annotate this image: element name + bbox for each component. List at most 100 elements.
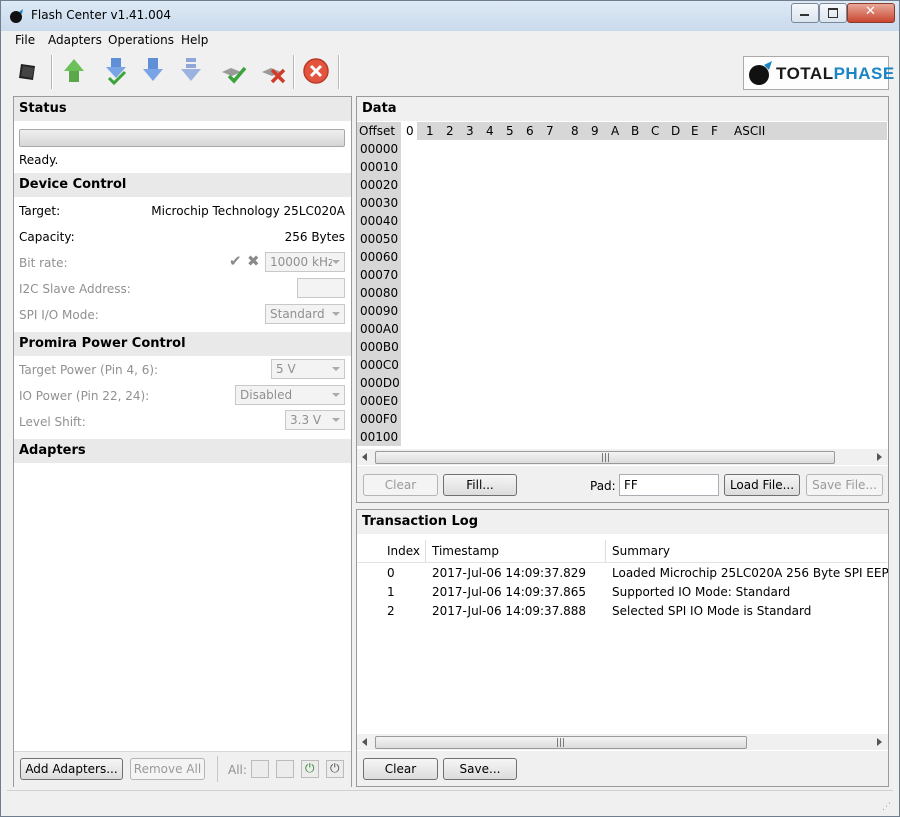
summary-column-header[interactable]: Summary	[612, 544, 670, 558]
hex-column-header: 5	[506, 124, 514, 138]
offset-cell: 000F0	[360, 412, 398, 426]
i2c-address-label: I2C Slave Address:	[19, 282, 131, 296]
column-divider[interactable]	[425, 540, 426, 562]
offset-cell: 00000	[360, 142, 399, 156]
target-power-select[interactable]: 5 V	[271, 359, 345, 379]
target-power-label: Target Power (Pin 4, 6):	[19, 363, 159, 377]
offset-cell: 00080	[360, 286, 399, 300]
title-bar: Flash Center v1.41.004 ✕	[1, 1, 899, 31]
status-progress-bar	[19, 129, 345, 147]
hex-column-header: 8	[571, 124, 579, 138]
grip-icon: |||	[556, 738, 566, 748]
footer-separator	[217, 756, 218, 782]
data-panel: Data Offset 0 1 2 3 4 5 6 7 8 9 A B C D …	[356, 96, 889, 503]
offset-cell: 00020	[360, 178, 399, 192]
scroll-left-icon[interactable]	[362, 738, 367, 746]
pad-label: Pad:	[590, 479, 616, 493]
log-summary: Selected SPI IO Mode is Standard	[612, 604, 812, 618]
offset-column: 00000 00010 00020 00030 00040 00050 0006…	[357, 140, 401, 446]
offset-header: Offset	[359, 124, 396, 138]
offset-cell: 00030	[360, 196, 399, 210]
menu-adapters[interactable]: Adapters	[48, 33, 102, 47]
erase-icon[interactable]	[176, 56, 206, 86]
log-index: 1	[387, 585, 395, 599]
data-horizontal-scrollbar[interactable]: |||	[357, 449, 888, 465]
save-file-button[interactable]: Save File...	[806, 474, 883, 496]
check-icon[interactable]: ✔	[229, 252, 242, 270]
timestamp-column-header[interactable]: Timestamp	[432, 544, 499, 558]
log-index: 2	[387, 604, 395, 618]
column-divider[interactable]	[605, 540, 606, 562]
verify-icon[interactable]	[219, 56, 249, 86]
menu-file[interactable]: File	[15, 33, 35, 47]
remove-all-button[interactable]: Remove All	[130, 758, 205, 780]
io-power-select[interactable]: Disabled	[235, 385, 345, 405]
offset-cell: 000E0	[360, 394, 399, 408]
add-adapters-button[interactable]: Add Adapters...	[20, 758, 123, 780]
chevron-down-icon	[332, 312, 340, 316]
power-on-all-button[interactable]: ⏻	[301, 760, 319, 778]
data-clear-button[interactable]: Clear	[363, 474, 438, 496]
stop-icon[interactable]	[301, 56, 331, 86]
select-all-button[interactable]	[251, 760, 269, 778]
cancel-verify-icon[interactable]	[259, 56, 289, 86]
index-column-header[interactable]: Index	[387, 544, 420, 558]
load-file-button[interactable]: Load File...	[724, 474, 800, 496]
table-row[interactable]: 2 2017-Jul-06 14:09:37.888 Selected SPI …	[357, 601, 888, 620]
menu-bar: File Adapters Operations Help	[1, 31, 899, 51]
capacity-label: Capacity:	[19, 230, 75, 244]
fill-button[interactable]: Fill...	[443, 474, 517, 496]
offset-cell: 00100	[360, 430, 399, 444]
offset-cell: 00050	[360, 232, 399, 246]
pad-input[interactable]: FF	[619, 474, 719, 496]
adapters-header: Adapters	[14, 439, 351, 463]
scroll-right-icon[interactable]	[877, 453, 882, 461]
table-row[interactable]: 0 2017-Jul-06 14:09:37.829 Loaded Microc…	[357, 563, 888, 582]
resize-grip-icon[interactable]: ⋰	[882, 802, 891, 812]
deselect-all-button[interactable]	[276, 760, 294, 778]
hex-column-header: 6	[526, 124, 534, 138]
chevron-down-icon	[332, 367, 340, 371]
menu-operations[interactable]: Operations	[108, 33, 174, 47]
all-label: All:	[228, 763, 247, 777]
maximize-icon	[828, 8, 838, 18]
log-summary: Supported IO Mode: Standard	[612, 585, 791, 599]
adapters-list[interactable]	[14, 463, 351, 750]
total-phase-logo: TOTALPHASE	[743, 56, 894, 90]
x-icon[interactable]: ✖	[247, 252, 260, 270]
close-button[interactable]: ✕	[847, 3, 895, 23]
program-icon[interactable]	[101, 56, 131, 86]
scrollbar-thumb[interactable]: |||	[375, 451, 835, 464]
scrollbar-thumb[interactable]: |||	[375, 736, 747, 749]
power-off-all-button[interactable]: ⏻	[326, 760, 344, 778]
table-row[interactable]: 1 2017-Jul-06 14:09:37.865 Supported IO …	[357, 582, 888, 601]
status-header: Status	[14, 97, 351, 121]
log-horizontal-scrollbar[interactable]: |||	[357, 734, 888, 750]
scroll-left-icon[interactable]	[362, 453, 367, 461]
scroll-right-icon[interactable]	[877, 738, 882, 746]
offset-cell: 00090	[360, 304, 399, 318]
hex-column-header: 4	[486, 124, 494, 138]
i2c-address-input[interactable]	[297, 278, 345, 298]
power-control-header: Promira Power Control	[14, 332, 351, 356]
minimize-button[interactable]	[791, 3, 819, 23]
read-icon[interactable]	[59, 56, 89, 86]
hex-column-header: 3	[466, 124, 474, 138]
log-save-button[interactable]: Save...	[443, 758, 517, 780]
write-icon[interactable]	[138, 56, 168, 86]
spi-mode-select[interactable]: Standard	[265, 304, 345, 324]
status-bar: ⋰	[7, 790, 893, 813]
chip-icon[interactable]	[13, 56, 43, 86]
menu-help[interactable]: Help	[181, 33, 208, 47]
app-icon	[10, 9, 23, 23]
data-header: Data	[357, 97, 888, 121]
hex-data-area[interactable]	[401, 140, 887, 446]
offset-cell: 000A0	[360, 322, 399, 336]
maximize-button[interactable]	[819, 3, 847, 23]
level-shift-select[interactable]: 3.3 V	[285, 410, 345, 430]
hex-column-header: 2	[446, 124, 454, 138]
log-clear-button[interactable]: Clear	[363, 758, 438, 780]
logo-text: TOTALPHASE	[776, 64, 895, 83]
bitrate-select[interactable]: 10000 kHz	[265, 252, 345, 272]
logo-icon	[749, 61, 772, 85]
